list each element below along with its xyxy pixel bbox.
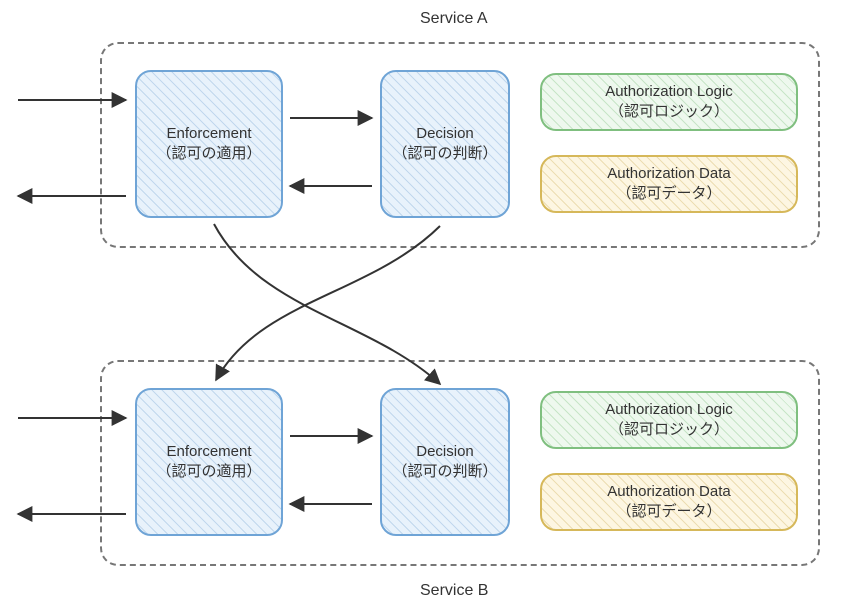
title-service-b: Service B (420, 582, 488, 600)
label-b-logic-jp: （認可ロジック） (609, 420, 729, 440)
label-a-logic-jp: （認可ロジック） (609, 102, 729, 122)
label-a-logic-en: Authorization Logic (605, 82, 733, 102)
label-a-decision-jp: （認可の判断） (392, 144, 497, 164)
box-b-logic: Authorization Logic （認可ロジック） (540, 391, 798, 449)
label-b-data-en: Authorization Data (607, 482, 730, 502)
label-b-decision-en: Decision (416, 442, 474, 462)
box-b-enforcement: Enforcement （認可の適用） (135, 388, 283, 536)
label-a-decision-en: Decision (416, 124, 474, 144)
label-b-logic-en: Authorization Logic (605, 400, 733, 420)
label-a-enforcement-jp: （認可の適用） (156, 144, 261, 164)
label-b-decision-jp: （認可の判断） (392, 462, 497, 482)
title-service-a: Service A (420, 10, 488, 28)
box-a-logic: Authorization Logic （認可ロジック） (540, 73, 798, 131)
label-a-data-jp: （認可データ） (616, 184, 721, 204)
box-b-data: Authorization Data （認可データ） (540, 473, 798, 531)
box-a-enforcement: Enforcement （認可の適用） (135, 70, 283, 218)
box-b-decision: Decision （認可の判断） (380, 388, 510, 536)
label-a-data-en: Authorization Data (607, 164, 730, 184)
box-a-decision: Decision （認可の判断） (380, 70, 510, 218)
arrow-a-dec-to-b-enf (216, 226, 440, 380)
label-b-data-jp: （認可データ） (616, 502, 721, 522)
label-b-enforcement-en: Enforcement (166, 442, 251, 462)
label-a-enforcement-en: Enforcement (166, 124, 251, 144)
box-a-data: Authorization Data （認可データ） (540, 155, 798, 213)
label-b-enforcement-jp: （認可の適用） (156, 462, 261, 482)
diagram-stage: Service A Service B Enforcement （認可の適用） … (0, 0, 850, 609)
